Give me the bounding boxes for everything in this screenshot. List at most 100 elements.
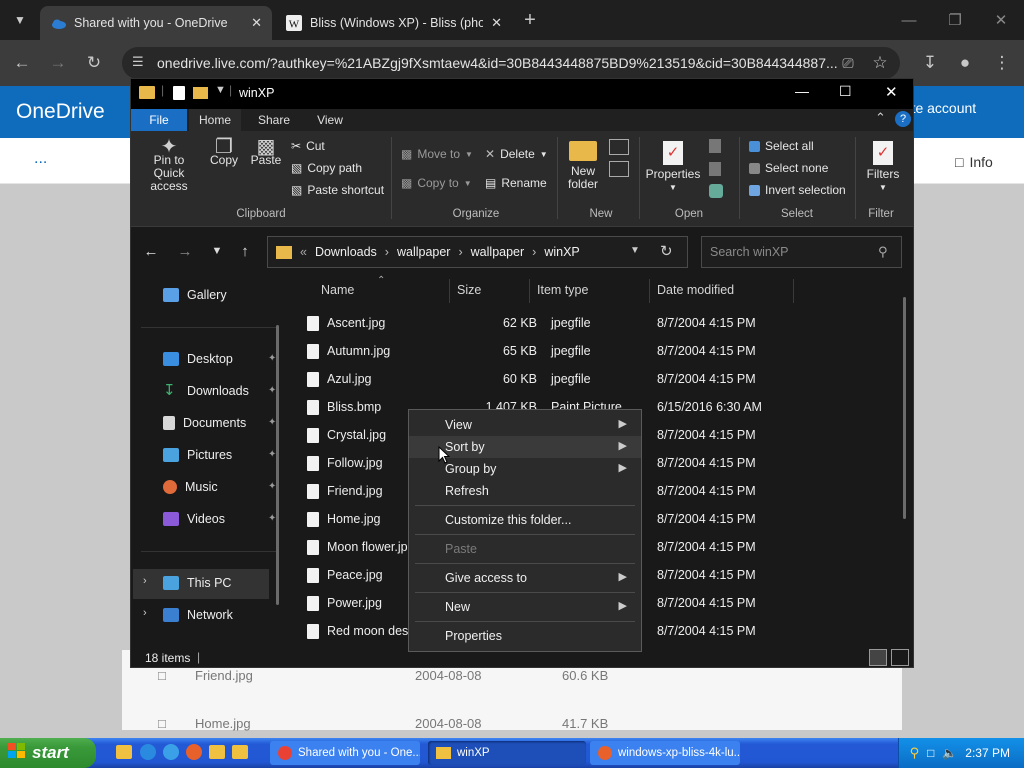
- site-settings-icon[interactable]: ☰: [132, 54, 144, 70]
- restore-icon[interactable]: ❐: [932, 0, 978, 40]
- quicklaunch-folder-2-icon[interactable]: [209, 745, 225, 759]
- column-header-type[interactable]: Item type: [537, 283, 588, 297]
- breadcrumb-separator-icon[interactable]: ›: [458, 245, 462, 259]
- new-item-icon[interactable]: [609, 139, 629, 155]
- easy-access-icon[interactable]: [609, 161, 629, 177]
- explorer-forward-icon[interactable]: →: [173, 239, 197, 263]
- copy-button[interactable]: ❐ Copy: [207, 137, 241, 167]
- reload-icon[interactable]: ↻: [80, 49, 108, 77]
- move-to-button[interactable]: ▩ Move to ▼: [401, 147, 473, 161]
- download-icon[interactable]: ↧: [916, 49, 944, 77]
- nav-gallery[interactable]: Gallery: [163, 281, 283, 309]
- edit-icon[interactable]: [709, 162, 721, 176]
- collapse-ribbon-icon[interactable]: ⌃: [875, 110, 886, 126]
- menu-kebab-icon[interactable]: ⋮: [988, 49, 1016, 77]
- menu-item-refresh[interactable]: Refresh: [409, 480, 641, 502]
- pin-quick-access-button[interactable]: ✦ Pin to Quick access: [137, 137, 201, 193]
- details-view-icon[interactable]: [869, 649, 887, 666]
- quicklaunch-firefox-icon[interactable]: [186, 744, 202, 760]
- install-app-icon[interactable]: ⎚: [834, 49, 862, 77]
- files-scrollbar[interactable]: [903, 297, 906, 519]
- expand-chevron-icon[interactable]: ›: [143, 575, 147, 587]
- refresh-icon[interactable]: ↻: [660, 242, 673, 260]
- expand-chevron-icon[interactable]: ›: [143, 607, 147, 619]
- quicklaunch-edge-2-icon[interactable]: [163, 744, 179, 760]
- explorer-maximize-icon[interactable]: ☐: [839, 83, 852, 100]
- customize-qat-icon[interactable]: ▼: [215, 84, 226, 96]
- menu-item-properties[interactable]: Properties: [409, 625, 641, 647]
- nav-pictures[interactable]: Pictures ✦: [163, 441, 283, 469]
- tab-close-icon[interactable]: ✕: [491, 15, 502, 31]
- tab-file[interactable]: File: [131, 109, 187, 131]
- nav-downloads[interactable]: ↧ Downloads ✦: [163, 377, 283, 405]
- column-header-date[interactable]: Date modified: [657, 283, 734, 297]
- new-folder-button[interactable]: New folder: [563, 141, 603, 191]
- cut-button[interactable]: ✂ Cut: [291, 139, 325, 153]
- quicklaunch-edge-icon[interactable]: [140, 744, 156, 760]
- nav-this-pc[interactable]: This PC: [163, 569, 283, 597]
- copy-path-button[interactable]: ▧ Copy path: [291, 161, 362, 175]
- new-folder-quick-icon[interactable]: [193, 87, 208, 99]
- column-divider[interactable]: [793, 279, 794, 303]
- select-all-button[interactable]: Select all: [749, 139, 814, 153]
- tab-view[interactable]: View: [305, 109, 355, 131]
- nav-network[interactable]: Network: [163, 601, 283, 629]
- search-input[interactable]: Search winXP ⚲: [701, 236, 902, 268]
- breadcrumb-separator-icon[interactable]: ›: [385, 245, 389, 259]
- menu-item-view[interactable]: View ▶: [409, 414, 641, 436]
- close-window-icon[interactable]: ✕: [978, 0, 1024, 40]
- file-row[interactable]: Azul.jpg 60 KB jpegfile 8/7/2004 4:15 PM: [307, 365, 927, 393]
- tab-close-icon[interactable]: ✕: [251, 15, 262, 31]
- column-divider[interactable]: [449, 279, 450, 303]
- filters-button[interactable]: ✓ Filters ▼: [861, 141, 905, 194]
- breadcrumb-wallpaper[interactable]: wallpaper: [397, 245, 451, 259]
- search-tray-icon[interactable]: ⚲: [910, 745, 920, 761]
- explorer-address-bar[interactable]: « Downloads › wallpaper › wallpaper › winXP…: [267, 236, 688, 268]
- column-divider[interactable]: [649, 279, 650, 303]
- file-row[interactable]: Ascent.jpg 62 KB jpegfile 8/7/2004 4:15 PM: [307, 309, 927, 337]
- explorer-minimize-icon[interactable]: —: [795, 83, 809, 99]
- column-header-size[interactable]: Size: [457, 283, 481, 297]
- onedrive-logo[interactable]: OneDrive: [16, 100, 105, 124]
- browser-tab-onedrive[interactable]: Shared with you - OneDrive ✕: [40, 6, 272, 40]
- volume-muted-icon[interactable]: 🔈: [942, 746, 957, 760]
- menu-item-new[interactable]: New ▶: [409, 596, 641, 618]
- breadcrumb-wallpaper-2[interactable]: wallpaper: [471, 245, 525, 259]
- forward-arrow-icon[interactable]: →: [44, 49, 72, 77]
- help-icon[interactable]: ?: [895, 111, 911, 127]
- address-bar[interactable]: ☰ onedrive.live.com/?authkey=%21ABZgj9fX…: [122, 47, 900, 79]
- overflow-chevron-icon[interactable]: «: [300, 245, 307, 259]
- recent-locations-icon[interactable]: ▼: [205, 239, 229, 263]
- taskbar-item-chrome[interactable]: Shared with you - One...: [270, 741, 420, 765]
- nav-scrollbar[interactable]: [276, 325, 279, 605]
- menu-item-give-access[interactable]: Give access to ▶: [409, 567, 641, 589]
- copy-to-button[interactable]: ▩ Copy to ▼: [401, 176, 472, 190]
- breadcrumb-separator-icon[interactable]: ›: [532, 245, 536, 259]
- delete-button[interactable]: ✕ Delete ▼: [485, 147, 548, 161]
- browser-tab-bliss[interactable]: W Bliss (Windows XP) - Bliss (phot ✕: [276, 6, 512, 40]
- paste-shortcut-button[interactable]: ▧ Paste shortcut: [291, 183, 384, 197]
- file-row[interactable]: Autumn.jpg 65 KB jpegfile 8/7/2004 4:15 PM: [307, 337, 927, 365]
- open-icon[interactable]: [709, 139, 721, 153]
- quicklaunch-folder-icon[interactable]: [116, 745, 132, 759]
- up-folder-icon[interactable]: ↑: [233, 239, 257, 263]
- paste-button[interactable]: ▩ Paste: [247, 137, 285, 167]
- properties-button[interactable]: ✓ Properties ▼: [645, 141, 701, 194]
- address-dropdown-icon[interactable]: ▼: [630, 245, 640, 256]
- explorer-back-icon[interactable]: ←: [139, 239, 163, 263]
- explorer-close-icon[interactable]: ✕: [885, 83, 898, 101]
- breadcrumb-winxp[interactable]: winXP: [544, 245, 579, 259]
- device-tray-icon[interactable]: □: [927, 746, 934, 760]
- rename-button[interactable]: ▤ Rename: [485, 176, 547, 190]
- invert-selection-button[interactable]: Invert selection: [749, 183, 846, 197]
- taskbar-item-winxp[interactable]: winXP: [428, 741, 586, 765]
- info-button[interactable]: □ Info: [955, 154, 993, 170]
- back-arrow-icon[interactable]: ←: [8, 49, 36, 77]
- history-icon[interactable]: [709, 184, 723, 198]
- onedrive-row-name[interactable]: Friend.jpg: [195, 668, 253, 683]
- bookmark-star-icon[interactable]: ☆: [866, 49, 894, 77]
- column-header-name[interactable]: Name: [321, 283, 354, 297]
- tab-search-chevron-icon[interactable]: ▼: [6, 6, 34, 34]
- quicklaunch-folder-3-icon[interactable]: [232, 745, 248, 759]
- column-divider[interactable]: [529, 279, 530, 303]
